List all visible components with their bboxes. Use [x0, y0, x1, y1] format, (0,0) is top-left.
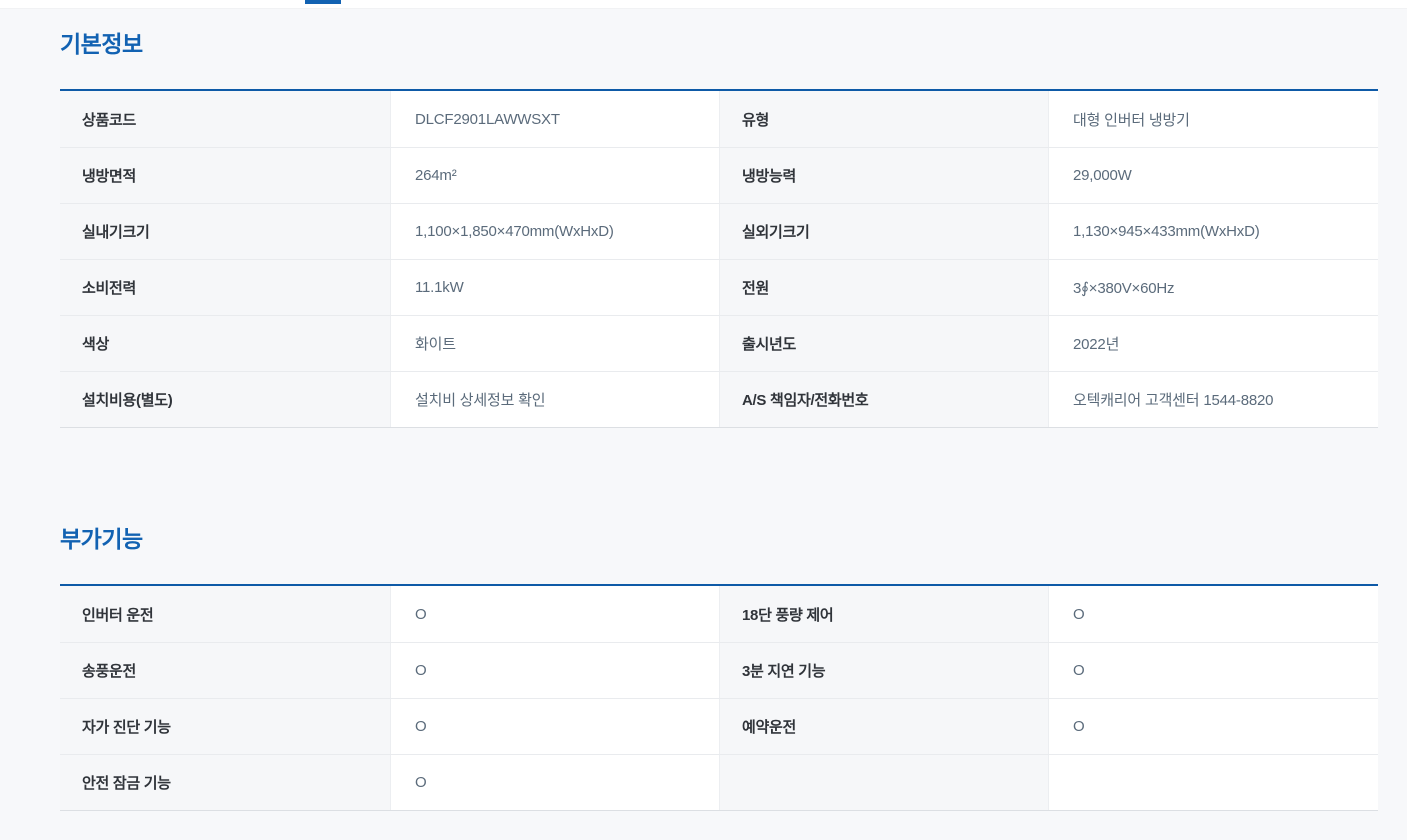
- active-tab-indicator: [305, 0, 341, 4]
- table-row: 실내기크기 1,100×1,850×470mm(WxHxD) 실외기크기 1,1…: [60, 203, 1378, 259]
- table-row: 색상 화이트 출시년도 2022년: [60, 315, 1378, 371]
- spec-value-indoor-size: 1,100×1,850×470mm(WxHxD): [390, 204, 719, 259]
- spec-label: 실내기크기: [60, 204, 390, 259]
- spec-label: A/S 책임자/전화번호: [719, 372, 1048, 427]
- spec-value-cooling-capacity: 29,000W: [1048, 148, 1378, 203]
- feature-label-empty: [719, 755, 1048, 810]
- feature-label: 인버터 운전: [60, 586, 390, 642]
- feature-label: 18단 풍량 제어: [719, 586, 1048, 642]
- table-row: 자가 진단 기능 O 예약운전 O: [60, 698, 1378, 754]
- feature-flag: O: [390, 699, 719, 754]
- spec-value-product-code: DLCF2901LAWWSXT: [390, 91, 719, 147]
- feature-flag: O: [1048, 586, 1378, 642]
- product-spec-page: 기본정보 상품코드 DLCF2901LAWWSXT 유형 대형 인버터 냉방기 …: [0, 0, 1407, 840]
- spec-value-release-year: 2022년: [1048, 316, 1378, 371]
- feature-flag: O: [390, 643, 719, 698]
- table-row: 안전 잠금 기능 O: [60, 754, 1378, 810]
- spec-value-type: 대형 인버터 냉방기: [1048, 91, 1378, 147]
- spec-label: 소비전력: [60, 260, 390, 315]
- table-row: 냉방면적 264m² 냉방능력 29,000W: [60, 147, 1378, 203]
- spec-label: 색상: [60, 316, 390, 371]
- spec-content: 기본정보 상품코드 DLCF2901LAWWSXT 유형 대형 인버터 냉방기 …: [60, 8, 1378, 811]
- feature-label: 안전 잠금 기능: [60, 755, 390, 810]
- feature-flag: O: [390, 755, 719, 810]
- features-table: 인버터 운전 O 18단 풍량 제어 O 송풍운전 O 3분 지연 기능 O 자…: [60, 584, 1378, 811]
- section-title-features: 부가기능: [60, 524, 1378, 555]
- spec-label: 설치비용(별도): [60, 372, 390, 427]
- spec-label: 전원: [719, 260, 1048, 315]
- table-row: 설치비용(별도) 설치비 상세정보 확인 A/S 책임자/전화번호 오텍캐리어 …: [60, 371, 1378, 427]
- spec-value-color: 화이트: [390, 316, 719, 371]
- feature-flag: O: [1048, 699, 1378, 754]
- table-row: 인버터 운전 O 18단 풍량 제어 O: [60, 586, 1378, 642]
- section-title-basic-info: 기본정보: [60, 29, 1378, 60]
- spec-value-cooling-area: 264m²: [390, 148, 719, 203]
- spec-label: 유형: [719, 91, 1048, 147]
- feature-flag: O: [390, 586, 719, 642]
- section-basic-info: 기본정보 상품코드 DLCF2901LAWWSXT 유형 대형 인버터 냉방기 …: [60, 29, 1378, 428]
- spec-value-as-contact: 오텍캐리어 고객센터 1544-8820: [1048, 372, 1378, 427]
- install-cost-detail-link[interactable]: 설치비 상세정보 확인: [390, 372, 719, 427]
- spec-value-power-consumption: 11.1kW: [390, 260, 719, 315]
- spec-label: 실외기크기: [719, 204, 1048, 259]
- spec-label: 냉방면적: [60, 148, 390, 203]
- table-row: 소비전력 11.1kW 전원 3∮×380V×60Hz: [60, 259, 1378, 315]
- section-features: 부가기능 인버터 운전 O 18단 풍량 제어 O 송풍운전 O 3분 지연 기…: [60, 524, 1378, 811]
- spec-value-power-supply: 3∮×380V×60Hz: [1048, 260, 1378, 315]
- spec-label: 상품코드: [60, 91, 390, 147]
- table-row: 송풍운전 O 3분 지연 기능 O: [60, 642, 1378, 698]
- feature-label: 자가 진단 기능: [60, 699, 390, 754]
- spec-label: 냉방능력: [719, 148, 1048, 203]
- feature-label: 3분 지연 기능: [719, 643, 1048, 698]
- feature-label: 예약운전: [719, 699, 1048, 754]
- feature-flag: O: [1048, 643, 1378, 698]
- feature-flag-empty: [1048, 755, 1378, 810]
- basic-info-table: 상품코드 DLCF2901LAWWSXT 유형 대형 인버터 냉방기 냉방면적 …: [60, 89, 1378, 428]
- feature-label: 송풍운전: [60, 643, 390, 698]
- spec-label: 출시년도: [719, 316, 1048, 371]
- table-row: 상품코드 DLCF2901LAWWSXT 유형 대형 인버터 냉방기: [60, 91, 1378, 147]
- spec-value-outdoor-size: 1,130×945×433mm(WxHxD): [1048, 204, 1378, 259]
